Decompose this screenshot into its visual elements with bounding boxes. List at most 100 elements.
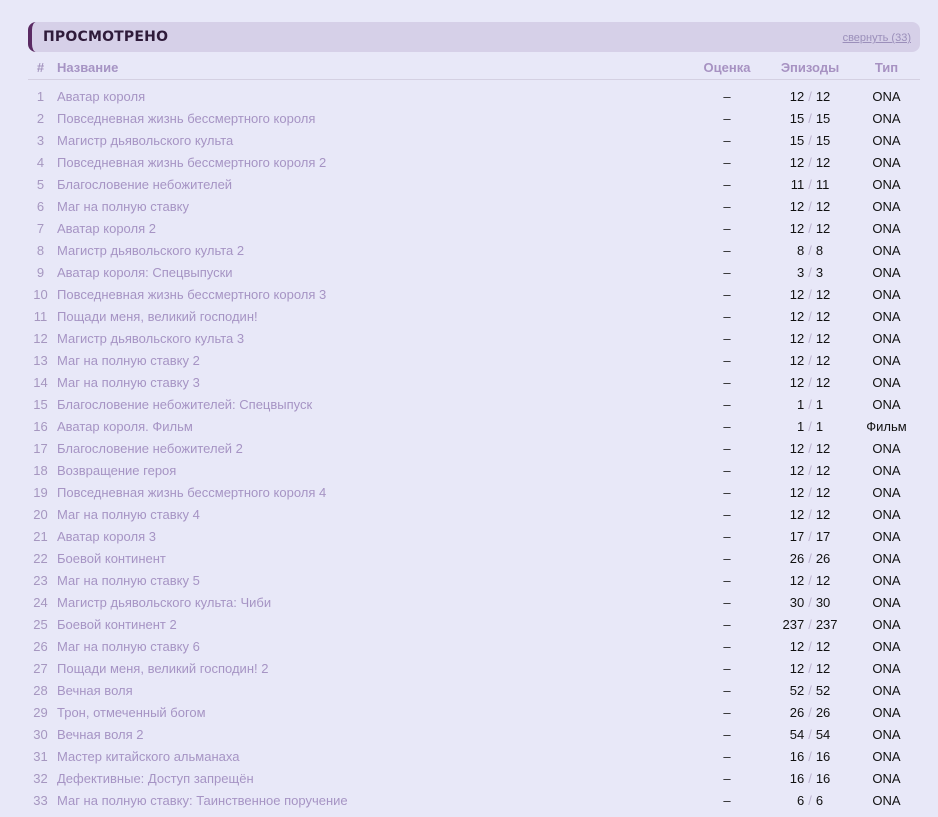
anime-title-link[interactable]: Мастер китайского альманаха <box>57 749 239 764</box>
row-episodes[interactable]: 30/30 <box>767 591 853 613</box>
row-score[interactable]: – <box>687 525 767 547</box>
episodes-watched[interactable]: 15 <box>790 111 804 126</box>
anime-title-link[interactable]: Магистр дьявольского культа: Чиби <box>57 595 271 610</box>
row-episodes[interactable]: 54/54 <box>767 723 853 745</box>
anime-title-link[interactable]: Маг на полную ставку 5 <box>57 573 200 588</box>
anime-title-link[interactable]: Маг на полную ставку 6 <box>57 639 200 654</box>
episodes-watched[interactable]: 237 <box>782 617 804 632</box>
row-score[interactable]: – <box>687 195 767 217</box>
row-episodes[interactable]: 12/12 <box>767 459 853 481</box>
header-num[interactable]: # <box>28 56 53 80</box>
episodes-watched[interactable]: 52 <box>790 683 804 698</box>
row-score[interactable]: – <box>687 393 767 415</box>
episodes-watched[interactable]: 12 <box>790 375 804 390</box>
row-score[interactable]: – <box>687 635 767 657</box>
row-episodes[interactable]: 26/26 <box>767 701 853 723</box>
row-episodes[interactable]: 12/12 <box>767 569 853 591</box>
row-episodes[interactable]: 12/12 <box>767 371 853 393</box>
row-episodes[interactable]: 12/12 <box>767 635 853 657</box>
anime-title-link[interactable]: Маг на полную ставку: Таинственное поруч… <box>57 793 348 808</box>
episodes-watched[interactable]: 12 <box>790 463 804 478</box>
row-episodes[interactable]: 12/12 <box>767 349 853 371</box>
episodes-watched[interactable]: 12 <box>790 155 804 170</box>
episodes-watched[interactable]: 12 <box>790 485 804 500</box>
header-episodes[interactable]: Эпизоды <box>767 56 853 80</box>
row-score[interactable]: – <box>687 569 767 591</box>
row-score[interactable]: – <box>687 349 767 371</box>
anime-title-link[interactable]: Маг на полную ставку 4 <box>57 507 200 522</box>
anime-title-link[interactable]: Аватар короля 3 <box>57 529 156 544</box>
row-score[interactable]: – <box>687 151 767 173</box>
row-score[interactable]: – <box>687 283 767 305</box>
anime-title-link[interactable]: Боевой континент 2 <box>57 617 177 632</box>
row-episodes[interactable]: 52/52 <box>767 679 853 701</box>
row-score[interactable]: – <box>687 327 767 349</box>
row-score[interactable]: – <box>687 239 767 261</box>
anime-title-link[interactable]: Маг на полную ставку <box>57 199 189 214</box>
row-episodes[interactable]: 26/26 <box>767 547 853 569</box>
episodes-watched[interactable]: 30 <box>790 595 804 610</box>
episodes-watched[interactable]: 54 <box>790 727 804 742</box>
row-episodes[interactable]: 15/15 <box>767 129 853 151</box>
row-score[interactable]: – <box>687 217 767 239</box>
row-episodes[interactable]: 6/6 <box>767 789 853 811</box>
row-score[interactable]: – <box>687 767 767 789</box>
episodes-watched[interactable]: 12 <box>790 639 804 654</box>
episodes-watched[interactable]: 26 <box>790 705 804 720</box>
anime-title-link[interactable]: Маг на полную ставку 3 <box>57 375 200 390</box>
episodes-watched[interactable]: 12 <box>790 89 804 104</box>
episodes-watched[interactable]: 17 <box>790 529 804 544</box>
row-score[interactable]: – <box>687 613 767 635</box>
episodes-watched[interactable]: 15 <box>790 133 804 148</box>
anime-title-link[interactable]: Благословение небожителей: Спецвыпуск <box>57 397 312 412</box>
episodes-watched[interactable]: 12 <box>790 309 804 324</box>
row-episodes[interactable]: 12/12 <box>767 85 853 107</box>
anime-title-link[interactable]: Повседневная жизнь бессмертного короля 2 <box>57 155 326 170</box>
row-score[interactable]: – <box>687 437 767 459</box>
episodes-watched[interactable]: 12 <box>790 353 804 368</box>
row-episodes[interactable]: 12/12 <box>767 437 853 459</box>
anime-title-link[interactable]: Повседневная жизнь бессмертного короля 4 <box>57 485 326 500</box>
row-episodes[interactable]: 12/12 <box>767 481 853 503</box>
episodes-watched[interactable]: 12 <box>790 441 804 456</box>
row-episodes[interactable]: 3/3 <box>767 261 853 283</box>
row-score[interactable]: – <box>687 481 767 503</box>
row-score[interactable]: – <box>687 789 767 811</box>
episodes-watched[interactable]: 11 <box>791 177 805 192</box>
anime-title-link[interactable]: Возвращение героя <box>57 463 176 478</box>
episodes-watched[interactable]: 16 <box>790 771 804 786</box>
anime-title-link[interactable]: Повседневная жизнь бессмертного короля 3 <box>57 287 326 302</box>
header-type[interactable]: Тип <box>853 56 920 80</box>
anime-title-link[interactable]: Благословение небожителей 2 <box>57 441 243 456</box>
episodes-watched[interactable]: 12 <box>790 507 804 522</box>
anime-title-link[interactable]: Пощади меня, великий господин! <box>57 309 258 324</box>
row-score[interactable]: – <box>687 745 767 767</box>
episodes-watched[interactable]: 12 <box>790 331 804 346</box>
row-episodes[interactable]: 12/12 <box>767 657 853 679</box>
episodes-watched[interactable]: 16 <box>790 749 804 764</box>
row-episodes[interactable]: 11/11 <box>767 173 853 195</box>
row-episodes[interactable]: 8/8 <box>767 239 853 261</box>
episodes-watched[interactable]: 12 <box>790 287 804 302</box>
episodes-watched[interactable]: 12 <box>790 199 804 214</box>
row-score[interactable]: – <box>687 173 767 195</box>
row-score[interactable]: – <box>687 701 767 723</box>
episodes-watched[interactable]: 12 <box>790 221 804 236</box>
row-score[interactable]: – <box>687 503 767 525</box>
row-episodes[interactable]: 16/16 <box>767 745 853 767</box>
row-episodes[interactable]: 17/17 <box>767 525 853 547</box>
episodes-watched[interactable]: 12 <box>790 573 804 588</box>
anime-title-link[interactable]: Боевой континент <box>57 551 166 566</box>
row-episodes[interactable]: 12/12 <box>767 327 853 349</box>
anime-title-link[interactable]: Аватар короля 2 <box>57 221 156 236</box>
anime-title-link[interactable]: Аватар короля <box>57 89 145 104</box>
collapse-link[interactable]: свернуть (33) <box>843 32 911 44</box>
row-score[interactable]: – <box>687 85 767 107</box>
row-score[interactable]: – <box>687 371 767 393</box>
anime-title-link[interactable]: Повседневная жизнь бессмертного короля <box>57 111 315 126</box>
row-episodes[interactable]: 237/237 <box>767 613 853 635</box>
row-episodes[interactable]: 12/12 <box>767 217 853 239</box>
row-score[interactable]: – <box>687 107 767 129</box>
row-episodes[interactable]: 12/12 <box>767 283 853 305</box>
anime-title-link[interactable]: Аватар короля: Спецвыпуски <box>57 265 233 280</box>
